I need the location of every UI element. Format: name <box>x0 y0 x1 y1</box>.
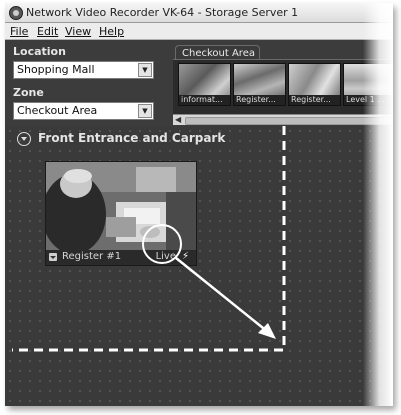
camera-thumbnail[interactable]: Register... <box>233 63 286 106</box>
torn-edge <box>363 3 393 406</box>
zone-value: Checkout Area <box>17 104 98 117</box>
location-select[interactable]: Shopping Mall ▼ <box>13 61 154 79</box>
collapse-icon[interactable] <box>17 132 31 146</box>
zone-select[interactable]: Checkout Area ▼ <box>13 102 154 120</box>
strip-scrollbar[interactable]: ◀ <box>173 114 393 125</box>
menu-help[interactable]: Help <box>99 25 124 38</box>
thumbnail-label: informat... <box>179 95 230 105</box>
camera-feed-image <box>46 162 196 250</box>
scroll-thumb[interactable] <box>185 117 393 125</box>
scroll-left-icon[interactable]: ◀ <box>175 115 181 124</box>
camera-thumbnail[interactable]: informat... <box>178 63 231 106</box>
window-title: Network Video Recorder VK-64 - Storage S… <box>26 6 299 19</box>
camera-tile[interactable]: Register #1 Live ⚡ <box>45 161 197 266</box>
lightning-icon: ⚡ <box>181 251 189 262</box>
location-label: Location <box>13 45 66 58</box>
chevron-down-icon[interactable]: ▼ <box>138 63 152 77</box>
camera-caption-bar: Register #1 Live ⚡ <box>46 250 196 265</box>
chevron-down-icon[interactable]: ▼ <box>138 104 152 118</box>
nvr-window: Network Video Recorder VK-64 - Storage S… <box>5 3 393 406</box>
thumbnail-strip: informat... Register... Register... Leve… <box>173 59 393 115</box>
zone-label: Zone <box>13 86 44 99</box>
tab-label: Checkout Area <box>182 48 255 59</box>
camera-menu-icon[interactable] <box>49 253 57 261</box>
menu-file[interactable]: File <box>10 25 28 38</box>
thumbnail-label: Register... <box>234 95 285 105</box>
menu-edit[interactable]: Edit <box>37 25 58 38</box>
section-title: Front Entrance and Carpark <box>38 131 226 145</box>
thumbnail-label: Register... <box>289 95 340 105</box>
live-status: Live <box>155 251 176 262</box>
menu-bar: File Edit View Help <box>5 23 393 40</box>
location-value: Shopping Mall <box>17 63 95 76</box>
camera-app-icon <box>9 6 23 20</box>
title-bar: Network Video Recorder VK-64 - Storage S… <box>5 3 393 23</box>
camera-name: Register #1 <box>62 251 122 262</box>
camera-thumbnail[interactable]: Register... <box>288 63 341 106</box>
menu-view[interactable]: View <box>65 25 91 38</box>
